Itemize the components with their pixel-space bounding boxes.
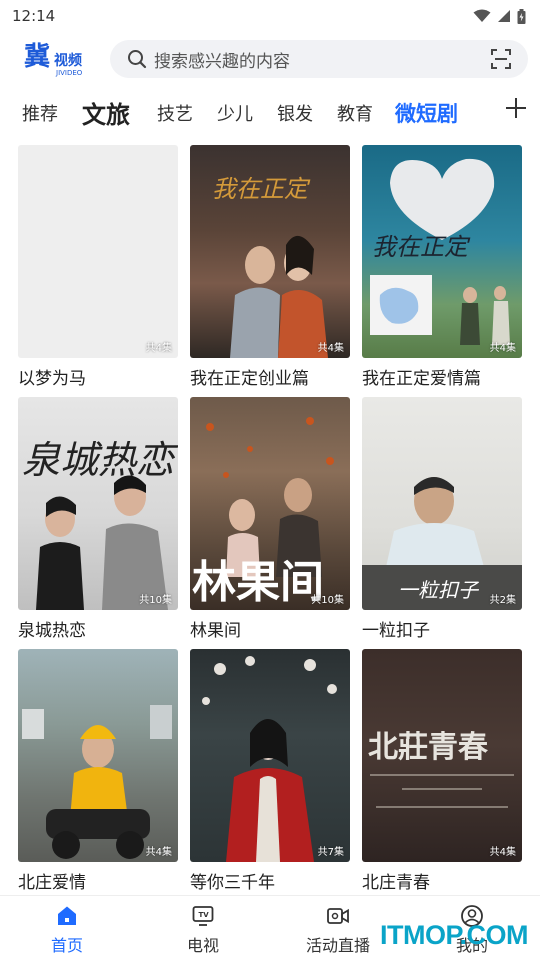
add-tab-icon[interactable] [504, 96, 528, 120]
drama-title: 一粒扣子 [362, 621, 430, 641]
search-icon [126, 48, 148, 70]
search-input[interactable]: 搜索感兴趣的内容 [110, 40, 528, 78]
drama-title: 泉城热恋 [18, 621, 86, 641]
scan-icon[interactable] [490, 48, 512, 70]
svg-text:一粒扣子: 一粒扣子 [398, 578, 480, 602]
home-icon [58, 906, 76, 925]
tab-seniors[interactable]: 银发 [277, 100, 313, 126]
episode-badge: 共4集 [145, 847, 172, 858]
tab-craft[interactable]: 技艺 [157, 100, 193, 126]
status-bar: 12:14 [0, 0, 540, 32]
tv-icon: TV [192, 906, 214, 926]
episode-badge: 共7集 [317, 847, 344, 858]
tab-education[interactable]: 教育 [337, 100, 373, 126]
app-logo[interactable]: 冀 视频 JIVIDEO [24, 42, 96, 82]
logo-mark: 冀 [24, 42, 50, 72]
episode-badge: 共10集 [139, 595, 172, 606]
search-placeholder: 搜索感兴趣的内容 [154, 51, 290, 72]
nav-tv[interactable]: TV 电视 [158, 904, 248, 959]
nav-label: 首页 [50, 936, 83, 955]
poster-image: 北莊青春 共4集 [362, 649, 522, 862]
poster-image: 泉城热恋 共10集 [18, 397, 178, 610]
svg-text:北莊青春: 北莊青春 [368, 730, 488, 765]
battery-icon [517, 8, 526, 24]
header: 冀 视频 JIVIDEO 搜索感兴趣的内容 [0, 36, 540, 84]
status-time: 12:14 [12, 7, 56, 25]
watermark-text: ITMOP.COM [380, 920, 529, 950]
signal-icon [498, 10, 510, 22]
category-tabs: 推荐 文旅 技艺 少儿 银发 教育 微短剧 [0, 90, 540, 134]
nav-label: 活动直播 [305, 936, 370, 955]
live-camera-icon [327, 908, 349, 924]
episode-badge: 共4集 [489, 343, 516, 354]
svg-text:我在正定: 我在正定 [212, 175, 311, 203]
drama-title: 我在正定创业篇 [190, 369, 309, 389]
logo-english: JIVIDEO [56, 69, 83, 77]
drama-title: 我在正定爱情篇 [362, 369, 481, 389]
drama-title: 北庄爱情 [18, 873, 86, 893]
episode-badge: 共2集 [489, 595, 516, 606]
tab-recommend[interactable]: 推荐 [22, 100, 58, 126]
tab-kids[interactable]: 少儿 [217, 100, 253, 126]
drama-title: 以梦为马 [18, 369, 86, 389]
poster-image: 共7集 [190, 649, 350, 862]
episode-badge: 共10集 [311, 595, 344, 606]
poster-image: 共4集 [18, 145, 178, 358]
status-icons [473, 8, 526, 24]
episode-badge: 共4集 [317, 343, 344, 354]
nav-home[interactable]: 首页 [22, 904, 112, 959]
poster-image: 林果间 共10集 [190, 397, 350, 610]
svg-text:泉城热恋: 泉城热恋 [22, 438, 178, 482]
logo-text: 视频 [54, 53, 82, 69]
tab-micro-drama[interactable]: 微短剧 [395, 98, 458, 128]
poster-image: 我在正定 共4集 [362, 145, 522, 358]
episode-badge: 共4集 [489, 847, 516, 858]
svg-text:我在正定: 我在正定 [372, 233, 471, 261]
drama-title: 北庄青春 [362, 873, 430, 893]
poster-image: 一粒扣子 共2集 [362, 397, 522, 610]
wifi-icon [473, 9, 491, 22]
episode-badge: 共4集 [145, 343, 172, 354]
drama-title: 等你三千年 [190, 873, 275, 893]
tab-culture-travel[interactable]: 文旅 [82, 95, 130, 130]
svg-text:林果间: 林果间 [192, 557, 324, 608]
drama-title: 林果间 [190, 621, 241, 641]
nav-live[interactable]: 活动直播 [293, 904, 383, 959]
poster-image: 共4集 [18, 649, 178, 862]
poster-image: 我在正定 共4集 [190, 145, 350, 358]
nav-label: 电视 [186, 936, 219, 955]
svg-text:TV: TV [199, 911, 210, 919]
